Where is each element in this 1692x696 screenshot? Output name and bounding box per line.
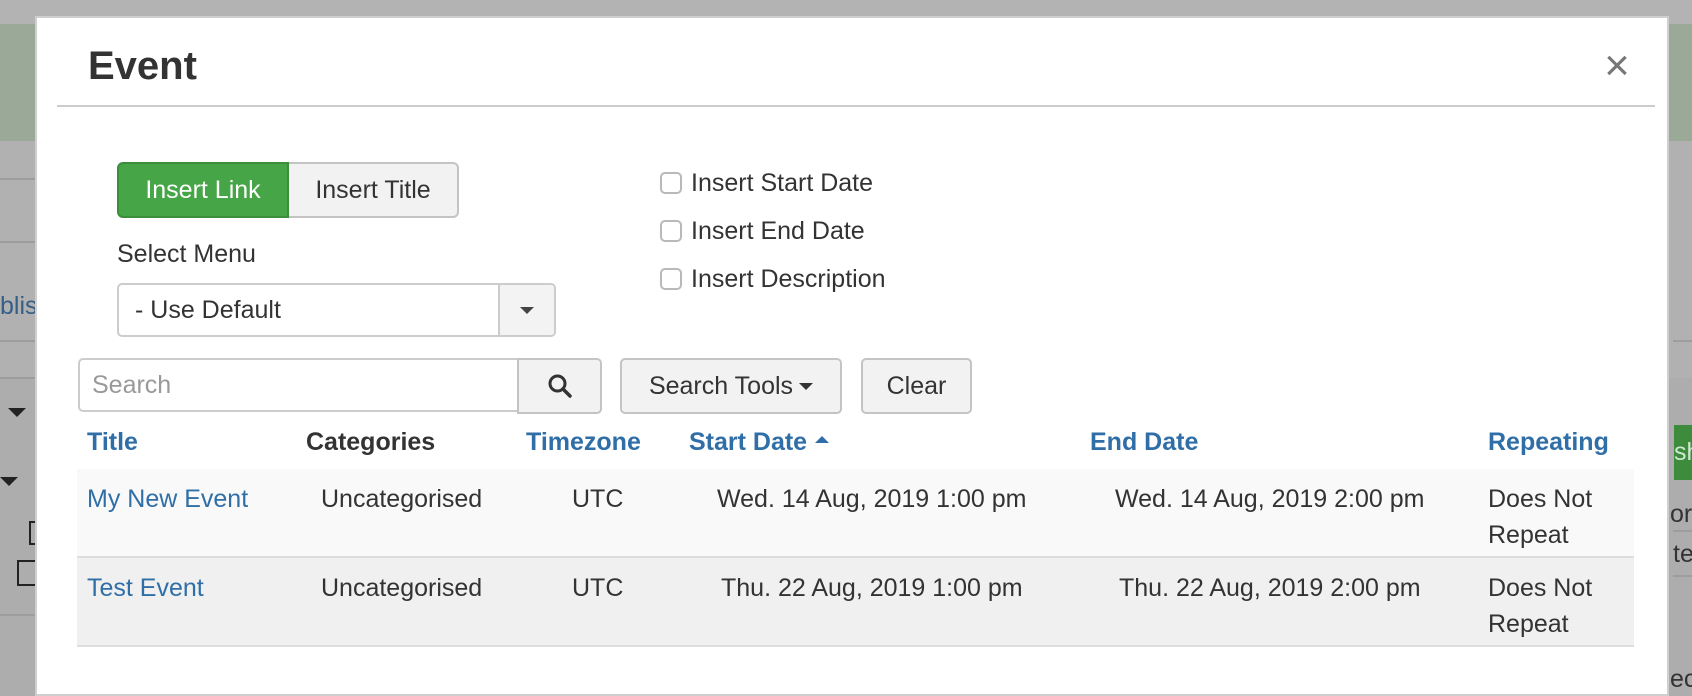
column-header-start-date-label: Start Date <box>689 428 808 456</box>
search-tools-button[interactable]: Search Tools <box>620 358 842 414</box>
select-menu-value: - Use Default <box>135 296 281 324</box>
background-publish-button-label: sh <box>1674 438 1692 466</box>
background-divider <box>0 241 35 243</box>
background-text: ec <box>1670 665 1692 693</box>
modal-title: Event <box>88 44 197 88</box>
table-row: My New Event Uncategorised UTC Wed. 14 A… <box>77 469 1634 558</box>
background-divider <box>1673 340 1692 342</box>
event-title-link[interactable]: My New Event <box>87 481 248 517</box>
background-publish-button[interactable]: sh <box>1674 425 1692 480</box>
event-timezone: UTC <box>572 574 624 602</box>
background-divider <box>0 178 35 180</box>
close-button[interactable]: × <box>1597 44 1637 88</box>
insert-link-button[interactable]: Insert Link <box>117 162 289 218</box>
modal-header-divider <box>57 105 1655 107</box>
column-header-repeating[interactable]: Repeating <box>1488 428 1609 457</box>
events-table: Title Categories Timezone Start Date End… <box>77 418 1634 667</box>
background-divider <box>0 614 35 616</box>
event-timezone: UTC <box>572 485 624 513</box>
event-modal: Event × Insert Link Insert Title Select … <box>35 16 1669 696</box>
insert-end-date-option[interactable]: Insert End Date <box>660 216 865 246</box>
background-publish-link[interactable]: blis <box>0 292 38 321</box>
table-header: Title Categories Timezone Start Date End… <box>77 418 1634 471</box>
background-file-icon <box>17 560 35 586</box>
column-header-start-date[interactable]: Start Date <box>689 428 830 457</box>
background-caret-down-icon[interactable] <box>0 477 18 486</box>
insert-start-date-option[interactable]: Insert Start Date <box>660 168 873 198</box>
event-repeating: Does Not Repeat <box>1488 485 1593 549</box>
insert-mode-toggle: Insert Link Insert Title <box>117 162 459 218</box>
insert-title-button[interactable]: Insert Title <box>289 162 459 218</box>
insert-start-date-checkbox[interactable] <box>660 172 682 194</box>
select-menu-dropdown[interactable]: - Use Default <box>117 283 556 337</box>
insert-start-date-label[interactable]: Insert Start Date <box>691 169 873 198</box>
event-start-date: Wed. 14 Aug, 2019 1:00 pm <box>717 485 1027 513</box>
search-icon <box>548 374 572 398</box>
event-start-date: Thu. 22 Aug, 2019 1:00 pm <box>721 574 1023 602</box>
caret-down-icon <box>799 382 814 390</box>
event-repeating: Does Not Repeat <box>1488 574 1593 638</box>
insert-end-date-checkbox[interactable] <box>660 220 682 242</box>
select-menu-label: Select Menu <box>117 240 256 268</box>
column-header-title[interactable]: Title <box>87 428 138 457</box>
close-icon: × <box>1604 41 1630 90</box>
event-title-link[interactable]: Test Event <box>87 570 204 606</box>
search-input[interactable] <box>78 358 517 412</box>
event-category: Uncategorised <box>321 485 483 513</box>
event-category: Uncategorised <box>321 574 483 602</box>
column-header-end-date[interactable]: End Date <box>1090 428 1198 457</box>
search-bar <box>78 358 602 414</box>
background-divider <box>0 340 35 342</box>
search-tools-label: Search Tools <box>648 371 794 400</box>
background-caret-down-icon[interactable] <box>8 408 26 417</box>
background-divider <box>0 377 35 379</box>
insert-description-option[interactable]: Insert Description <box>660 264 886 294</box>
event-end-date: Thu. 22 Aug, 2019 2:00 pm <box>1119 574 1421 602</box>
insert-description-label[interactable]: Insert Description <box>691 265 886 294</box>
column-header-categories: Categories <box>306 428 436 456</box>
column-header-timezone[interactable]: Timezone <box>526 428 641 457</box>
background-category-text: ory <box>1670 500 1692 528</box>
insert-description-checkbox[interactable] <box>660 268 682 290</box>
search-button[interactable] <box>517 358 602 414</box>
table-row: Test Event Uncategorised UTC Thu. 22 Aug… <box>77 558 1634 647</box>
sort-ascending-icon <box>815 435 830 443</box>
insert-end-date-label[interactable]: Insert End Date <box>691 217 865 246</box>
event-end-date: Wed. 14 Aug, 2019 2:00 pm <box>1115 485 1425 513</box>
select-menu-toggle[interactable] <box>498 285 554 335</box>
clear-button[interactable]: Clear <box>861 358 972 414</box>
chevron-down-icon <box>520 306 534 314</box>
background-status-text: te <box>1673 540 1692 568</box>
background-divider <box>1673 575 1692 577</box>
background-divider <box>1673 530 1692 532</box>
